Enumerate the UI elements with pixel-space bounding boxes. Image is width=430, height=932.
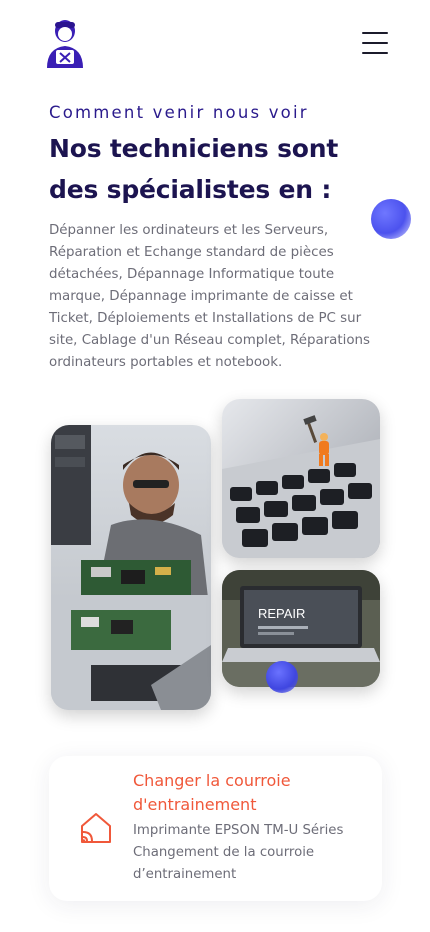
page-title: Nos techniciens sont des spécialistes en… xyxy=(49,134,339,204)
logo-technician-icon[interactable] xyxy=(44,18,86,68)
laptop-screen-text: REPAIR xyxy=(258,606,305,621)
service-card-text: Imprimante EPSON TM-U Séries Changement … xyxy=(133,823,344,882)
service-card-title[interactable]: Changer la courroie d'entrainement xyxy=(133,769,373,817)
service-card[interactable]: Changer la courroie d'entrainement Impri… xyxy=(49,756,382,901)
home-signal-icon xyxy=(78,810,114,846)
section-kicker: Comment venir nous voir xyxy=(49,103,309,122)
decorative-blue-circle xyxy=(266,661,298,693)
photo-laptop-repair-screen: REPAIR xyxy=(222,570,380,687)
hamburger-menu-icon[interactable] xyxy=(362,30,390,56)
photo-technician-repairing-board xyxy=(51,425,211,710)
services-description: Dépanner les ordinateurs et les Serveurs… xyxy=(49,223,370,370)
decorative-blue-circle xyxy=(371,199,411,239)
photo-keyboard-miniature-worker xyxy=(222,399,380,558)
